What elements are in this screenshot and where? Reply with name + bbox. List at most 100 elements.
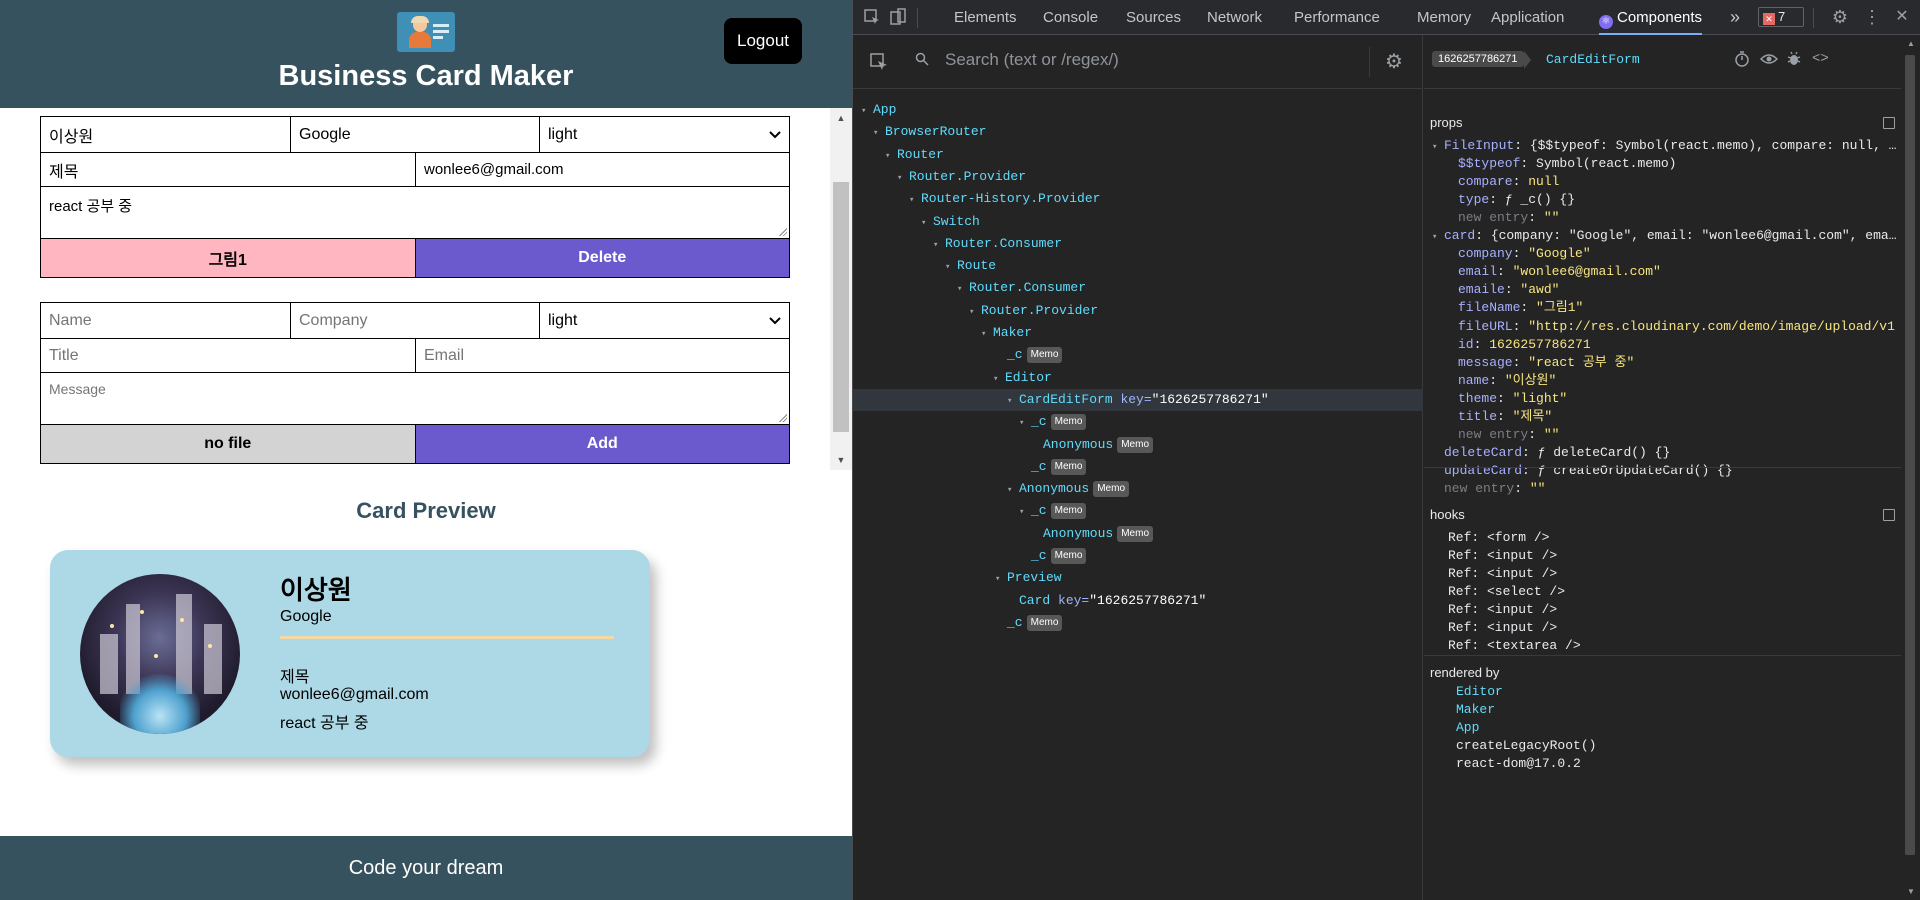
company-input[interactable]: Google [291,117,540,152]
logout-button[interactable]: Logout [724,18,802,64]
name-input[interactable]: 이상원 [41,117,291,152]
expand-toggle-icon[interactable]: ▾ [909,189,921,211]
eye-icon[interactable] [1759,51,1779,72]
device-toolbar-icon[interactable] [889,8,907,26]
tree-node[interactable]: ▾ Router-History.Provider [853,188,1423,210]
bug-icon[interactable] [1786,51,1802,72]
scrollbar-thumb[interactable] [833,182,849,432]
expand-toggle-icon[interactable]: ▾ [921,212,933,234]
scroll-down-arrow-icon[interactable]: ▼ [1903,887,1919,896]
expand-toggle-icon[interactable]: ▾ [1007,479,1019,501]
title-input[interactable]: 제목 [41,153,416,186]
scrollbar-thumb[interactable] [1905,55,1915,855]
tree-search-input[interactable]: Search (text or /regex/) [945,50,1119,70]
tree-node[interactable]: ▾ Editor [853,367,1423,389]
tab-performance[interactable]: Performance [1294,0,1380,35]
tree-node[interactable]: ▾ Anonymous Memo [853,478,1423,500]
add-button[interactable]: Add [415,425,789,463]
expand-toggle-icon[interactable]: ▾ [873,122,885,144]
expand-toggle-icon[interactable]: ▾ [1432,136,1444,158]
tree-node[interactable]: ▾ Switch [853,211,1423,233]
more-options-icon[interactable]: ⋮ [1863,8,1881,26]
tab-network[interactable]: Network [1207,0,1262,35]
message-textarea[interactable]: react 공부 중 [41,187,789,239]
card-add-form: Name Company light Title Email Message n… [40,302,790,464]
prop-key: title [1458,408,1498,424]
select-element-icon[interactable] [869,52,889,72]
expand-toggle-icon[interactable]: ▾ [993,368,1005,390]
editor-scrollbar[interactable]: ▲ ▼ [830,108,852,470]
company-input[interactable]: Company [291,303,540,338]
expand-toggle-icon[interactable]: ▾ [1019,412,1031,434]
tree-node[interactable]: ▾ _c Memo [853,500,1423,522]
expand-toggle-icon[interactable]: ▾ [945,256,957,278]
name-input[interactable]: Name [41,303,291,338]
prop-key: email [1458,264,1498,280]
prop-row[interactable]: new entry: "" [1444,478,1545,500]
file-upload-button[interactable]: no file [41,425,416,463]
expand-toggle-icon[interactable]: ▾ [1432,226,1444,248]
tree-node[interactable]: ▾ Maker [853,322,1423,344]
message-textarea[interactable]: Message [41,373,789,425]
theme-select[interactable]: light [540,303,789,338]
more-tabs-icon[interactable]: » [1730,0,1740,35]
memo-badge: Memo [1093,481,1130,498]
expand-toggle-icon[interactable]: ▾ [981,323,993,345]
tree-node[interactable]: _c Memo [853,545,1423,567]
tree-node[interactable]: ▾ Router.Consumer [853,277,1423,299]
tree-node[interactable]: ▾ Router [853,144,1423,166]
prop-key: name [1458,372,1490,388]
tree-node[interactable]: Anonymous Memo [853,523,1423,545]
title-input[interactable]: Title [41,339,416,372]
tree-node[interactable]: ▾ Router.Provider [853,300,1423,322]
expand-toggle-icon[interactable]: ▾ [861,100,873,122]
copy-icon[interactable] [1883,509,1895,521]
inspector-scrollbar[interactable]: ▲ ▼ [1901,35,1920,900]
tree-node[interactable]: _c Memo [853,344,1423,366]
settings-gear-icon[interactable]: ⚙ [1831,8,1849,26]
delete-button[interactable]: Delete [415,239,789,277]
scroll-up-arrow-icon[interactable]: ▲ [830,113,852,123]
tree-node[interactable]: _c Memo [853,612,1423,634]
card-company: Google [280,608,332,625]
close-icon[interactable]: ✕ [1893,8,1911,26]
tab-elements[interactable]: Elements [954,0,1017,35]
expand-toggle-icon[interactable]: ▾ [1019,501,1031,523]
tab-application[interactable]: Application [1491,0,1564,35]
scroll-up-arrow-icon[interactable]: ▲ [1903,39,1919,48]
tab-sources[interactable]: Sources [1126,0,1181,35]
tree-node[interactable]: ▾ _c Memo [853,411,1423,433]
tree-settings-gear-icon[interactable]: ⚙ [1385,49,1403,74]
tree-node[interactable]: ▾ Preview [853,567,1423,589]
expand-toggle-icon[interactable]: ▾ [897,167,909,189]
expand-toggle-icon[interactable]: ▾ [1007,390,1019,412]
theme-select[interactable]: light [540,117,789,152]
expand-toggle-icon[interactable]: ▾ [957,278,969,300]
tree-node[interactable]: ▾ CardEditForm key="1626257786271" [853,388,1423,412]
expand-toggle-icon[interactable]: ▾ [885,145,897,167]
tree-node[interactable]: ▾ BrowserRouter [853,121,1423,143]
expand-toggle-icon[interactable]: ▾ [995,568,1007,590]
view-source-icon[interactable]: <> [1812,51,1829,67]
inspect-element-icon[interactable] [863,8,881,26]
email-input[interactable]: Email [416,339,789,372]
stopwatch-icon[interactable] [1734,51,1750,72]
tree-node[interactable]: ▾ Router.Consumer [853,233,1423,255]
tab-console[interactable]: Console [1043,0,1098,35]
tree-node[interactable]: Card key="1626257786271" [853,590,1423,612]
tree-node[interactable]: Anonymous Memo [853,434,1423,456]
scroll-down-arrow-icon[interactable]: ▼ [830,455,852,465]
tab-components[interactable]: ⚛ Components [1599,0,1703,35]
tree-node[interactable]: ▾ App [853,99,1423,121]
tree-node[interactable]: _c Memo [853,456,1423,478]
tree-node[interactable]: ▾ Router.Provider [853,166,1423,188]
expand-toggle-icon[interactable]: ▾ [933,234,945,256]
expand-toggle-icon[interactable]: ▾ [969,301,981,323]
hook-row[interactable]: Ref: <textarea /> [1448,635,1581,657]
copy-icon[interactable] [1883,117,1895,129]
email-input[interactable]: wonlee6@gmail.com [416,153,789,186]
tab-memory[interactable]: Memory [1417,0,1471,35]
error-counter[interactable]: ✕ 7 [1758,7,1804,27]
file-upload-button[interactable]: 그림1 [41,239,416,277]
tree-node[interactable]: ▾ Route [853,255,1423,277]
